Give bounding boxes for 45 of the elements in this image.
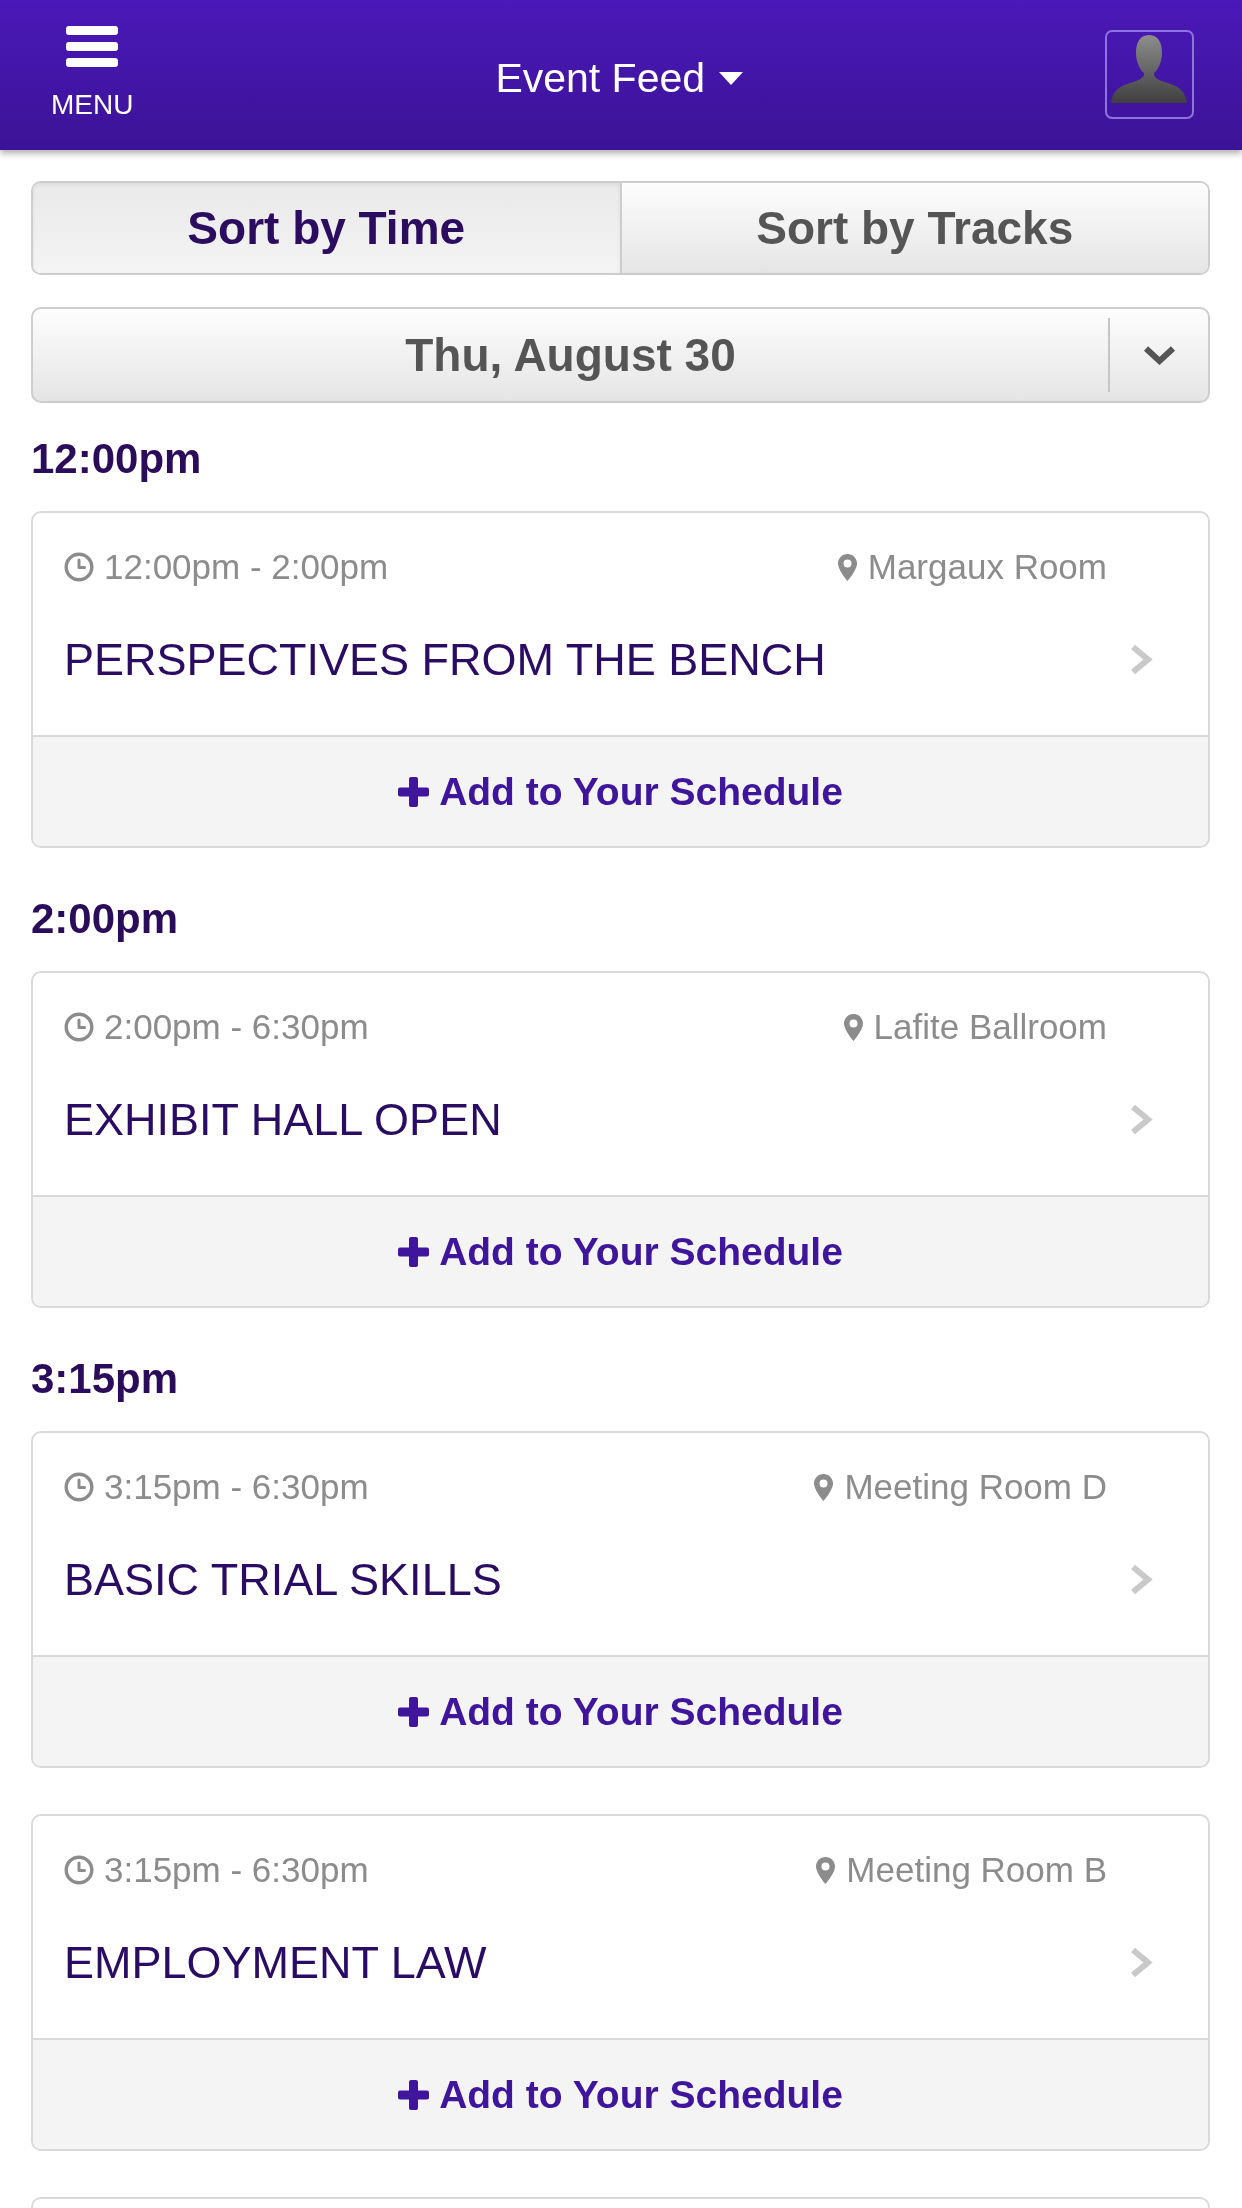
chevron-right-icon	[1130, 1564, 1153, 1595]
time-range: 12:00pm - 2:00pm	[104, 546, 389, 588]
clock-icon	[64, 1855, 94, 1885]
clock-icon	[64, 552, 94, 582]
profile-button[interactable]	[1105, 30, 1194, 119]
chevron-down-icon	[1142, 345, 1176, 365]
time-range: 3:15pm - 6:30pm	[104, 1466, 369, 1508]
map-pin-icon	[837, 553, 857, 581]
plus-icon	[398, 1696, 430, 1727]
event-title[interactable]: EMPLOYMENT LAW	[64, 1936, 487, 1990]
map-pin-icon	[814, 1473, 834, 1501]
avatar-icon	[1111, 35, 1188, 103]
time-heading: 12:00pm	[31, 434, 202, 484]
clock-icon	[64, 1472, 94, 1502]
chevron-right-icon	[1130, 644, 1153, 675]
time-heading: 2:00pm	[31, 894, 179, 944]
event-title[interactable]: PERSPECTIVES FROM THE BENCH	[64, 633, 826, 687]
map-pin-icon	[816, 1856, 836, 1884]
event-location: Lafite Ballroom	[873, 1006, 1107, 1048]
time-range: 3:15pm - 6:30pm	[104, 1849, 369, 1891]
event-location: Meeting Room B	[846, 1849, 1107, 1891]
sort-tab[interactable]: Sort by Time	[33, 183, 620, 273]
plus-icon	[398, 1236, 430, 1267]
time-range: 2:00pm - 6:30pm	[104, 1006, 369, 1048]
date-dropdown[interactable]: Thu, August 30	[31, 307, 1210, 403]
caret-icon	[719, 71, 744, 85]
event-title[interactable]: BASIC TRIAL SKILLS	[64, 1553, 502, 1607]
menu-icon	[66, 26, 119, 67]
map-pin-icon	[843, 1013, 863, 1041]
menu-button[interactable]: MENU	[51, 26, 134, 121]
time-heading: 3:15pm	[31, 1354, 179, 1404]
plus-icon	[398, 776, 430, 807]
add-to-schedule-button[interactable]: Add to Your Schedule	[33, 2038, 1208, 2149]
add-to-schedule-button[interactable]: Add to Your Schedule	[33, 735, 1208, 846]
chevron-right-icon	[1130, 1104, 1153, 1135]
event-feed-dropdown[interactable]: Event Feed	[495, 52, 744, 104]
event-location: Meeting Room D	[844, 1466, 1107, 1508]
add-to-schedule-button[interactable]: Add to Your Schedule	[33, 1655, 1208, 1766]
event-location: Margaux Room	[867, 546, 1107, 588]
sort-tab[interactable]: Sort by Tracks	[619, 183, 1208, 273]
event-title[interactable]: EXHIBIT HALL OPEN	[64, 1093, 502, 1147]
plus-icon	[398, 2079, 430, 2110]
clock-icon	[64, 1012, 94, 1042]
chevron-right-icon	[1130, 1947, 1153, 1978]
add-to-schedule-button[interactable]: Add to Your Schedule	[33, 1195, 1208, 1306]
